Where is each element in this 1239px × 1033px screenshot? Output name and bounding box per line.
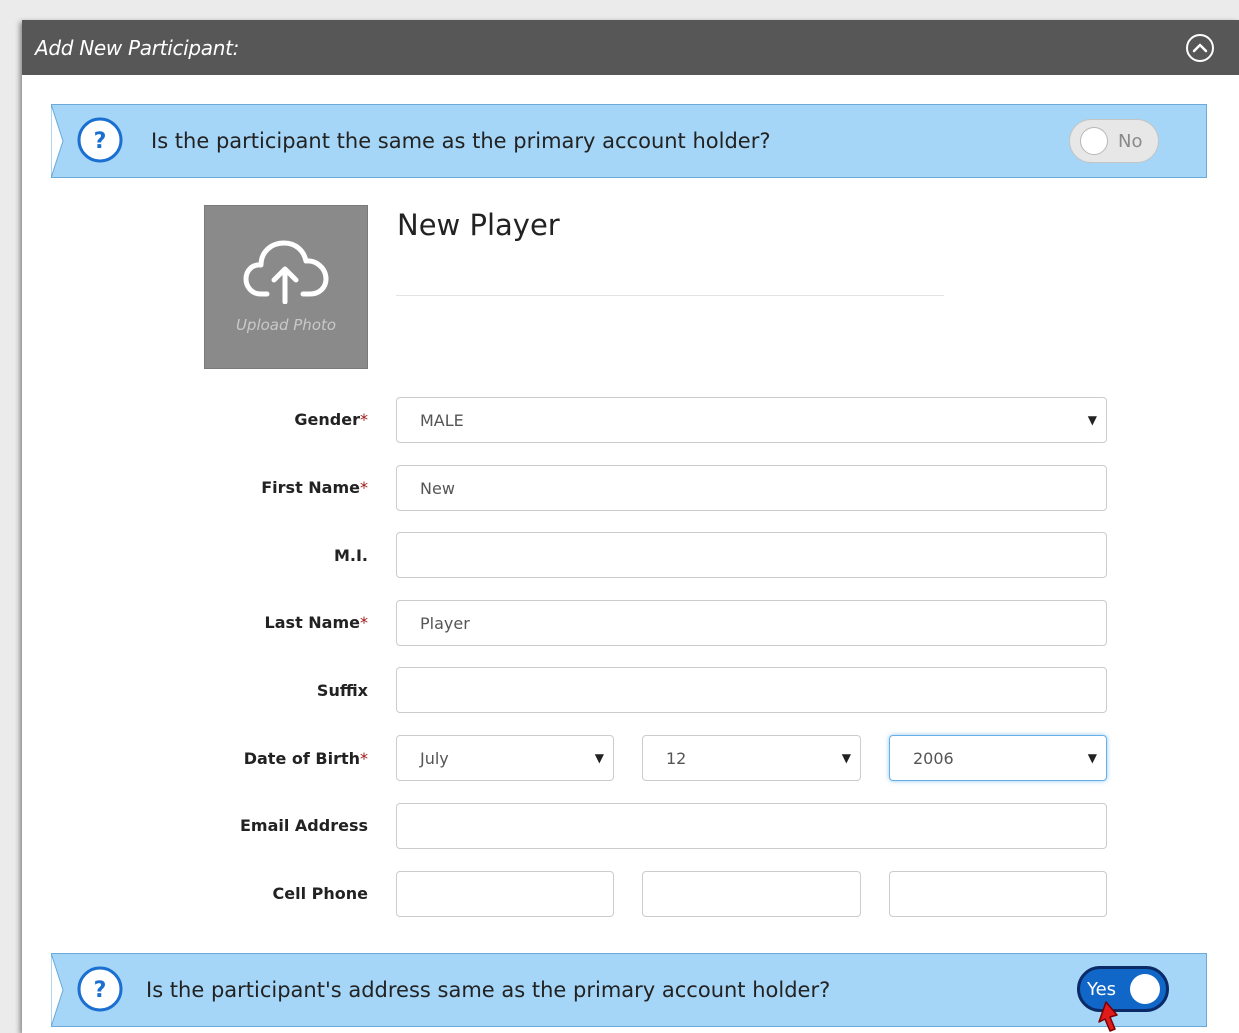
last-name-value: Player bbox=[420, 614, 470, 633]
cloud-upload-icon bbox=[243, 240, 329, 304]
required-marker: * bbox=[360, 410, 368, 429]
dob-day-value: 12 bbox=[666, 749, 687, 768]
gender-select[interactable]: MALE ▼ bbox=[396, 397, 1107, 443]
cell-phone-prefix-input[interactable] bbox=[642, 871, 861, 917]
add-participant-panel: Add New Participant: ? Is the participan… bbox=[22, 20, 1239, 1033]
suffix-input[interactable] bbox=[396, 667, 1107, 713]
help-icon[interactable]: ? bbox=[77, 117, 123, 163]
same-holder-banner: ? Is the participant the same as the pri… bbox=[51, 104, 1207, 178]
last-name-label: Last Name* bbox=[264, 613, 368, 632]
last-name-input[interactable]: Player bbox=[396, 600, 1107, 646]
cell-phone-label: Cell Phone bbox=[272, 884, 368, 903]
first-name-label: First Name* bbox=[261, 478, 368, 497]
upload-photo-label: Upload Photo bbox=[235, 316, 337, 334]
gender-value: MALE bbox=[420, 411, 464, 430]
dropdown-caret-icon: ▼ bbox=[1087, 751, 1097, 765]
dob-month-select[interactable]: July ▼ bbox=[396, 735, 614, 781]
panel-title: Add New Participant: bbox=[35, 36, 240, 60]
email-input[interactable] bbox=[396, 803, 1107, 849]
mi-input[interactable] bbox=[396, 532, 1107, 578]
dob-year-value: 2006 bbox=[913, 749, 954, 768]
svg-text:?: ? bbox=[94, 129, 107, 154]
help-icon[interactable]: ? bbox=[77, 966, 123, 1012]
chevron-up-circle-icon bbox=[1186, 34, 1214, 62]
panel-header: Add New Participant: bbox=[22, 20, 1239, 75]
svg-text:?: ? bbox=[94, 978, 107, 1003]
gender-label: Gender* bbox=[294, 410, 368, 429]
dob-label: Date of Birth* bbox=[243, 749, 368, 768]
name-divider bbox=[396, 295, 944, 296]
same-holder-question: Is the participant the same as the prima… bbox=[151, 129, 771, 153]
dob-year-select[interactable]: 2006 ▼ bbox=[889, 735, 1107, 781]
toggle-knob bbox=[1130, 974, 1160, 1004]
cell-phone-line-input[interactable] bbox=[889, 871, 1107, 917]
required-marker: * bbox=[360, 478, 368, 497]
same-address-banner: ? Is the participant's address same as t… bbox=[51, 953, 1207, 1027]
toggle-label: No bbox=[1118, 131, 1143, 152]
dropdown-caret-icon: ▼ bbox=[594, 751, 604, 765]
toggle-label: Yes bbox=[1087, 979, 1117, 1000]
required-marker: * bbox=[360, 613, 368, 632]
banner-notch bbox=[51, 953, 64, 1027]
required-marker: * bbox=[360, 749, 368, 768]
same-holder-toggle[interactable]: No bbox=[1069, 119, 1159, 163]
first-name-value: New bbox=[420, 479, 455, 498]
mouse-cursor-icon bbox=[1098, 1001, 1118, 1032]
collapse-button[interactable] bbox=[1185, 33, 1215, 63]
banner-notch bbox=[51, 104, 64, 178]
dob-month-value: July bbox=[420, 749, 449, 768]
cell-phone-area-input[interactable] bbox=[396, 871, 614, 917]
player-name: New Player bbox=[397, 208, 560, 242]
email-label: Email Address bbox=[239, 816, 368, 835]
upload-photo-button[interactable]: Upload Photo bbox=[204, 205, 368, 369]
suffix-label: Suffix bbox=[316, 681, 368, 700]
dob-day-select[interactable]: 12 ▼ bbox=[642, 735, 861, 781]
toggle-knob bbox=[1080, 127, 1108, 155]
mi-label: M.I. bbox=[333, 546, 368, 565]
dropdown-caret-icon: ▼ bbox=[841, 751, 851, 765]
first-name-input[interactable]: New bbox=[396, 465, 1107, 511]
dropdown-caret-icon: ▼ bbox=[1087, 413, 1097, 427]
same-address-question: Is the participant's address same as the… bbox=[146, 978, 831, 1002]
